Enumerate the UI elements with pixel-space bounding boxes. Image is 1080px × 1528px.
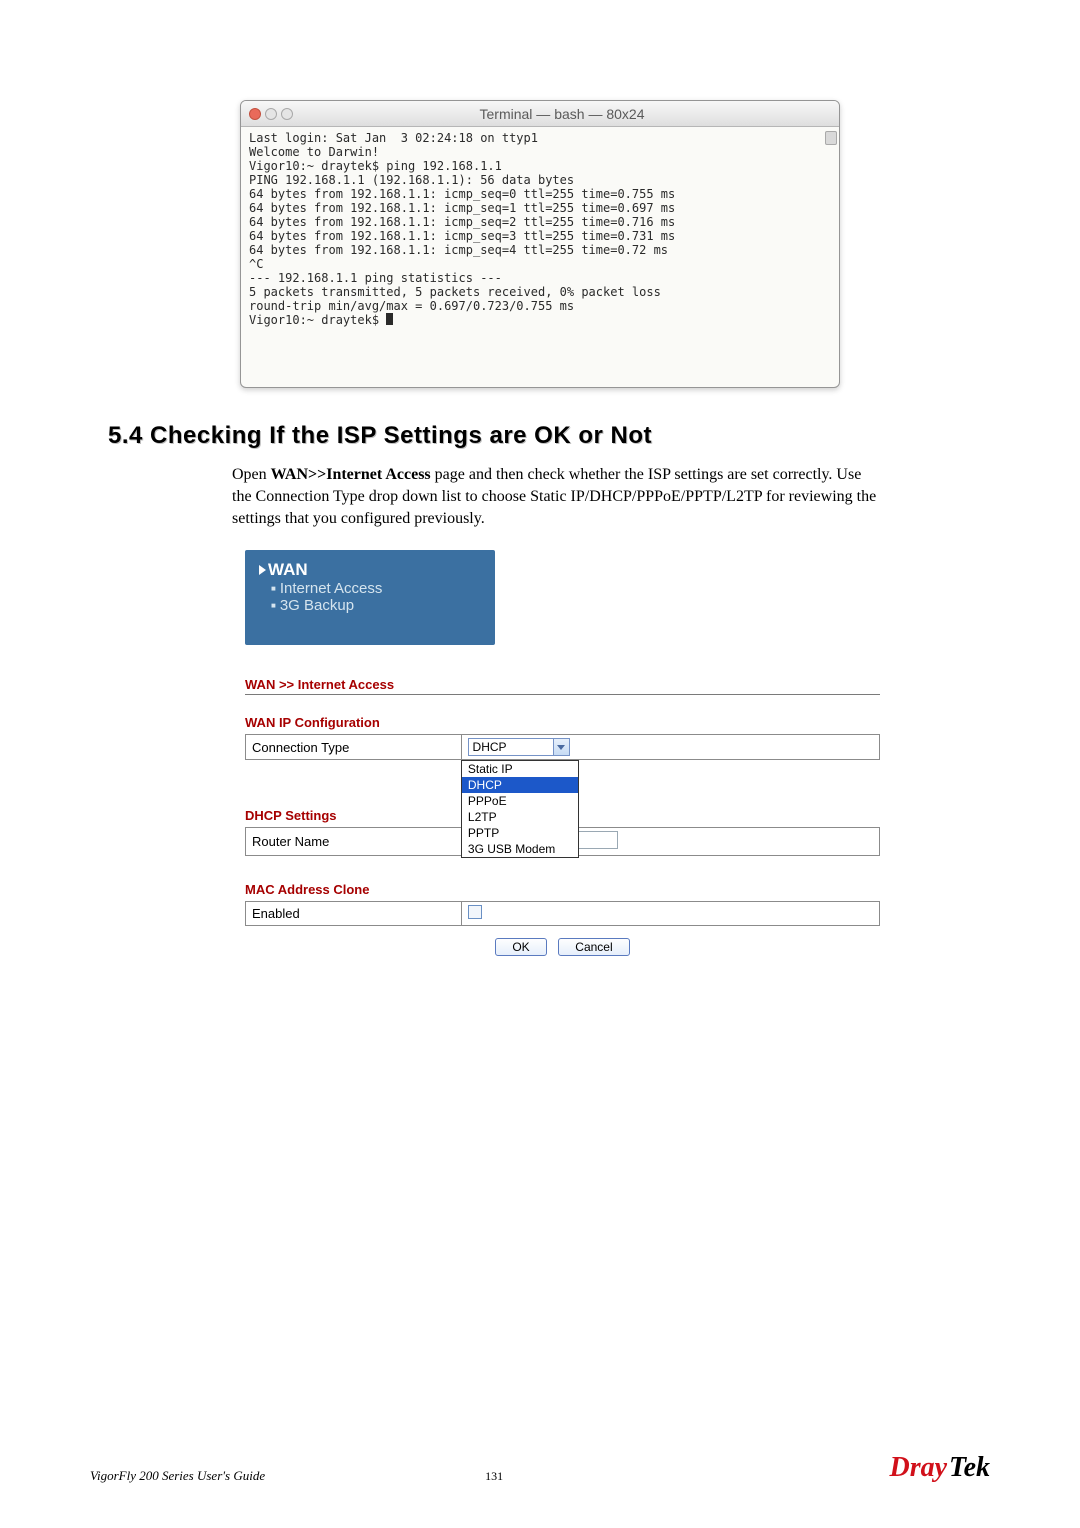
connection-type-label: Connection Type bbox=[246, 735, 462, 760]
enabled-row: Enabled bbox=[246, 902, 880, 926]
wan-ip-heading: WAN IP Configuration bbox=[245, 715, 880, 730]
zoom-icon bbox=[281, 108, 293, 120]
body-prefix: Open bbox=[232, 466, 271, 483]
terminal-cursor bbox=[386, 313, 393, 325]
nav-item-label: Internet Access bbox=[280, 580, 383, 597]
ok-button[interactable]: OK bbox=[495, 938, 546, 956]
enabled-label: Enabled bbox=[246, 902, 462, 926]
connection-type-dropdown[interactable]: Static IP DHCP PPPoE L2TP PPTP 3G USB Mo… bbox=[461, 760, 579, 858]
section-heading: 5.4 Checking If the ISP Settings are OK … bbox=[108, 422, 990, 450]
option-3g-usb[interactable]: 3G USB Modem bbox=[462, 841, 578, 857]
config-block: WAN >> Internet Access WAN IP Configurat… bbox=[245, 677, 880, 956]
button-row: OK Cancel bbox=[245, 938, 880, 956]
nav-item-label: 3G Backup bbox=[280, 597, 354, 614]
terminal-title: Terminal — bash — 80x24 bbox=[293, 106, 831, 122]
connection-type-select[interactable]: DHCP bbox=[468, 738, 570, 756]
logo-tek: Tek bbox=[949, 1452, 990, 1484]
expand-icon bbox=[259, 565, 266, 575]
traffic-lights bbox=[249, 108, 293, 120]
page-footer: VigorFly 200 Series User's Guide 131 Dra… bbox=[90, 1452, 990, 1484]
logo-dray: Dray bbox=[889, 1452, 947, 1484]
draytek-logo: DrayTek bbox=[889, 1452, 990, 1484]
close-icon bbox=[249, 108, 261, 120]
option-l2tp[interactable]: L2TP bbox=[462, 809, 578, 825]
bullet-icon: ■ bbox=[271, 601, 276, 610]
footer-page-number: 131 bbox=[485, 1469, 503, 1484]
nav-item-3g-backup[interactable]: ■ 3G Backup bbox=[259, 597, 481, 614]
wan-ip-table: Connection Type DHCP bbox=[245, 734, 880, 760]
router-name-label: Router Name bbox=[246, 828, 462, 856]
terminal-body: Last login: Sat Jan 3 02:24:18 on ttyp1 … bbox=[241, 127, 839, 387]
breadcrumb: WAN >> Internet Access bbox=[245, 677, 880, 695]
scroll-thumb bbox=[825, 131, 837, 145]
chevron-down-icon bbox=[553, 739, 569, 755]
mac-table: Enabled bbox=[245, 901, 880, 926]
wan-nav-title-row[interactable]: WAN bbox=[259, 560, 481, 580]
cancel-button[interactable]: Cancel bbox=[558, 938, 629, 956]
bullet-icon: ■ bbox=[271, 584, 276, 593]
select-value: DHCP bbox=[469, 739, 553, 755]
option-static-ip[interactable]: Static IP bbox=[462, 761, 578, 777]
option-dhcp[interactable]: DHCP bbox=[462, 777, 578, 793]
option-pppoe[interactable]: PPPoE bbox=[462, 793, 578, 809]
terminal-output: Last login: Sat Jan 3 02:24:18 on ttyp1 … bbox=[249, 131, 675, 327]
mac-heading: MAC Address Clone bbox=[245, 882, 880, 897]
option-pptp[interactable]: PPTP bbox=[462, 825, 578, 841]
nav-item-internet-access[interactable]: ■ Internet Access bbox=[259, 580, 481, 597]
connection-type-row: Connection Type DHCP bbox=[246, 735, 880, 760]
enabled-checkbox[interactable] bbox=[468, 905, 482, 919]
wan-nav-title: WAN bbox=[268, 560, 308, 580]
body-bold: WAN>>Internet Access bbox=[271, 466, 431, 483]
terminal-title-bar: Terminal — bash — 80x24 bbox=[241, 101, 839, 127]
footer-guide-title: VigorFly 200 Series User's Guide bbox=[90, 1468, 265, 1484]
minimize-icon bbox=[265, 108, 277, 120]
wan-nav-box: WAN ■ Internet Access ■ 3G Backup bbox=[245, 550, 495, 645]
terminal-window: Terminal — bash — 80x24 Last login: Sat … bbox=[240, 100, 840, 388]
body-paragraph: Open WAN>>Internet Access page and then … bbox=[232, 464, 880, 530]
